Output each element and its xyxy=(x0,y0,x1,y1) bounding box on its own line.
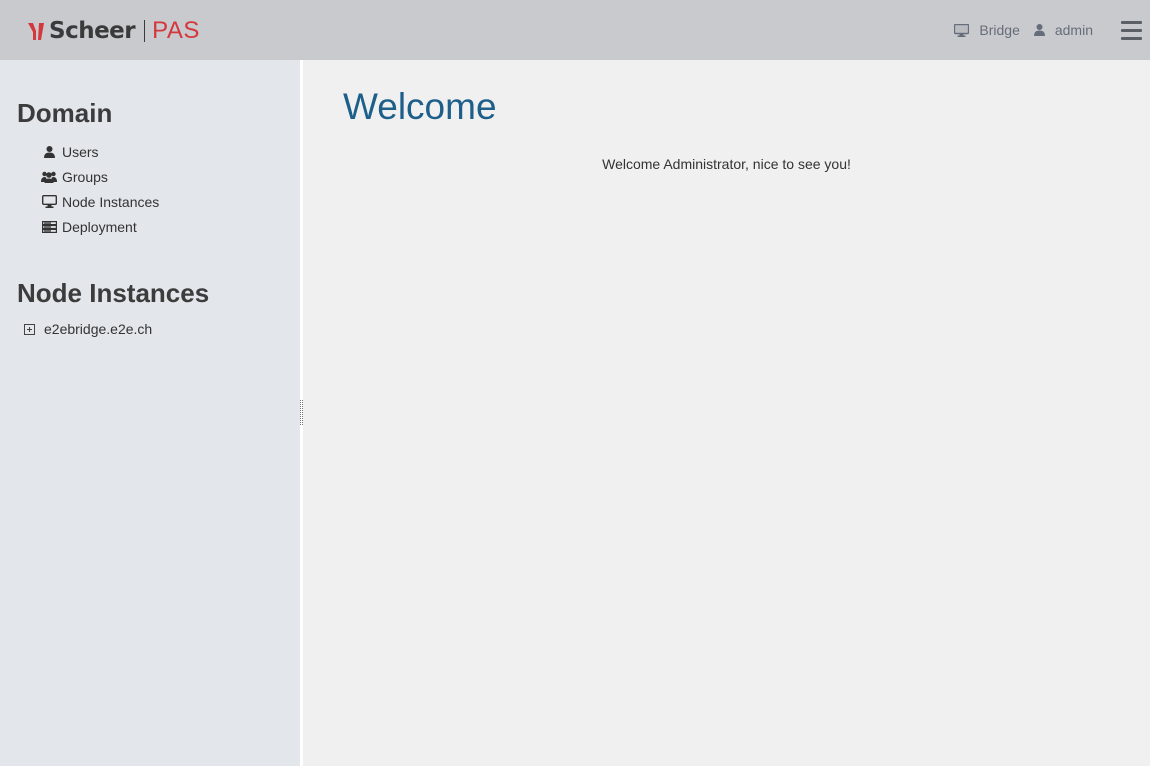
logo-product-text: PAS xyxy=(152,17,200,44)
scheer-logo-mark-icon xyxy=(28,23,44,40)
user-menu-link[interactable]: admin xyxy=(1033,22,1093,38)
sidebar-item-groups[interactable]: Groups xyxy=(41,164,159,189)
users-icon xyxy=(41,171,57,183)
domain-nav-list: Users Groups Node Instances Deployment xyxy=(41,139,159,239)
sidebar-item-label: Users xyxy=(62,143,99,160)
user-icon xyxy=(1033,24,1045,36)
sidebar-item-node-instances[interactable]: Node Instances xyxy=(41,189,159,214)
sidebar-item-label: Deployment xyxy=(62,218,137,235)
node-instances-section-title: Node Instances xyxy=(17,278,210,308)
domain-section-title: Domain xyxy=(17,98,113,128)
top-header: Scheer PAS Bridge admin xyxy=(0,0,1150,60)
server-stack-icon xyxy=(41,220,57,233)
tree-node-e2ebridge[interactable]: e2ebridge.e2e.ch xyxy=(24,321,152,337)
page-title: Welcome xyxy=(343,86,497,127)
welcome-message: Welcome Administrator, nice to see you! xyxy=(602,156,851,172)
sidebar-item-label: Node Instances xyxy=(62,193,160,210)
user-icon xyxy=(41,145,57,158)
tree-node-label: e2ebridge.e2e.ch xyxy=(44,321,153,337)
splitter-grip-handle[interactable] xyxy=(300,400,303,425)
logo-divider xyxy=(144,20,146,42)
header-actions: Bridge admin xyxy=(954,0,1150,60)
bridge-link[interactable]: Bridge xyxy=(954,22,1020,38)
user-label: admin xyxy=(1054,22,1093,38)
main-menu-button[interactable] xyxy=(1121,20,1146,40)
expand-plus-icon[interactable] xyxy=(24,323,35,335)
logo-brand-text: Scheer xyxy=(49,18,136,44)
sidebar-item-users[interactable]: Users xyxy=(41,139,159,164)
bridge-label: Bridge xyxy=(979,22,1020,38)
sidebar-item-label: Groups xyxy=(62,168,108,185)
monitor-icon xyxy=(954,23,970,37)
hamburger-menu-icon xyxy=(1121,20,1142,40)
scheer-pas-logo[interactable]: Scheer PAS xyxy=(27,17,200,45)
sidebar-item-deployment[interactable]: Deployment xyxy=(41,214,159,239)
monitor-icon xyxy=(41,195,57,208)
